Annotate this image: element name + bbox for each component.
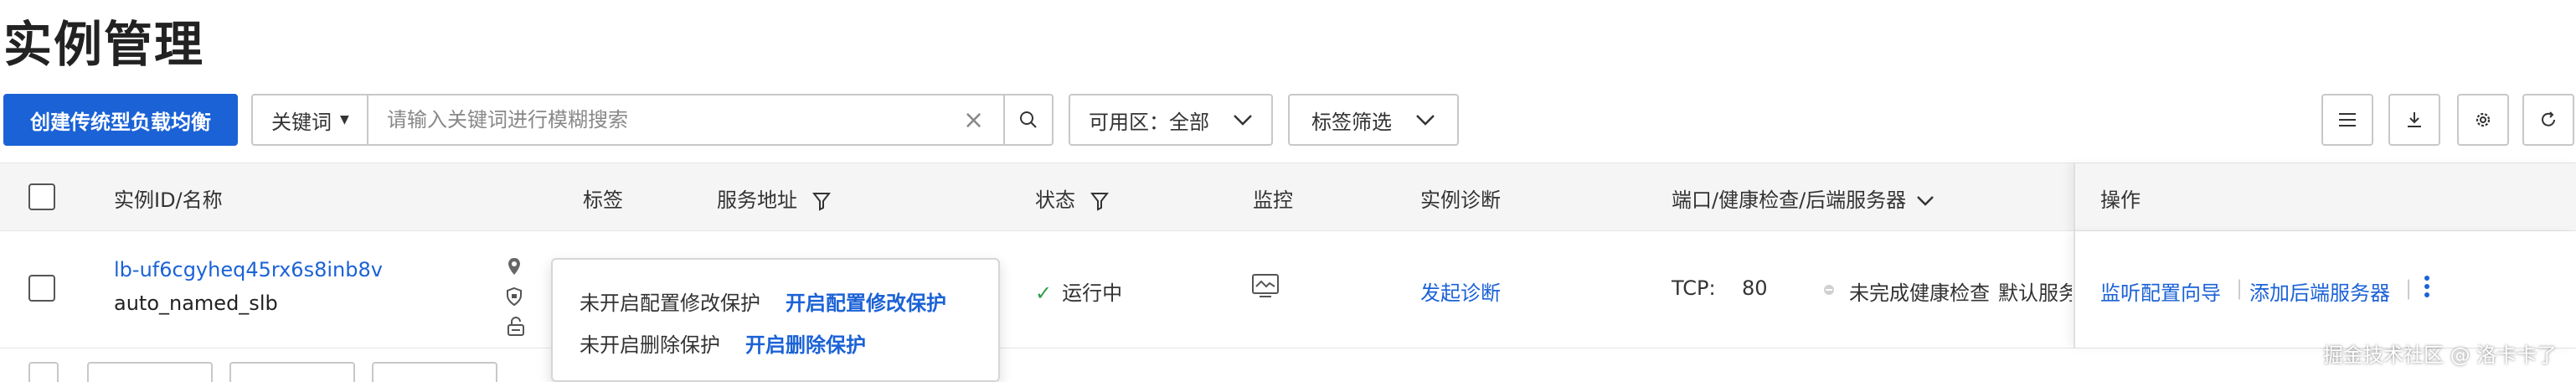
gear-icon: [2476, 112, 2491, 127]
tag-filter-label: 标签筛选: [1311, 110, 1392, 134]
caret-down-icon: ▼: [340, 113, 349, 126]
table-header: 实例ID/名称 标签 服务地址 状态 监控 实例诊断 端口/健康检查/后端服务器…: [0, 163, 2576, 231]
refresh-icon: [2542, 111, 2555, 126]
ops-divider: |: [2236, 276, 2244, 300]
enable-delete-protection-link[interactable]: 开启删除保护: [745, 333, 866, 357]
listener-wizard-link[interactable]: 监听配置向导: [2100, 276, 2221, 306]
chevron-down-icon: [1234, 115, 1252, 126]
backend-server-group: 默认服务: [1998, 281, 2072, 305]
watermark: 掘金技术社区 @ 洛卡卡了: [2323, 343, 2558, 367]
zone-label: 可用区：: [1089, 110, 1169, 134]
header-ports[interactable]: 端口/健康检查/后端服务器: [1672, 183, 1935, 213]
shield-icon[interactable]: [506, 281, 528, 312]
health-status-dot-icon: [1822, 278, 1836, 302]
health-check-status: 未完成健康检查: [1849, 281, 1990, 305]
enable-config-protection-link[interactable]: 开启配置修改保护: [786, 292, 946, 315]
check-icon: ✓: [1035, 281, 1053, 305]
delete-protection-row: 未开启删除保护 开启删除保护: [580, 328, 866, 358]
header-address-label: 服务地址: [717, 188, 797, 212]
zone-select-text: 可用区：全部: [1089, 106, 1209, 135]
header-ports-label: 端口/健康检查/后端服务器: [1672, 188, 1907, 212]
monitor-icon: [1252, 274, 1279, 297]
header-address: 服务地址: [717, 183, 831, 213]
search-button[interactable]: [1003, 96, 1052, 144]
search-group: 关键词 ▼ ×: [251, 94, 1054, 146]
settings-button[interactable]: [2457, 94, 2509, 146]
bottom-select-all-checkbox[interactable]: [28, 362, 59, 382]
download-icon: [2408, 112, 2421, 127]
batch-action-button[interactable]: [87, 362, 213, 382]
page-title: 实例管理: [3, 16, 205, 73]
config-protection-status: 未开启配置修改保护: [580, 292, 760, 315]
port-value: 80: [1742, 276, 1768, 300]
ops-column-header-bg: [2074, 163, 2576, 230]
header-status: 状态: [1035, 183, 1109, 213]
header-diagnosis: 实例诊断: [1420, 188, 1501, 212]
protocol-label: TCP:: [1672, 276, 1716, 300]
chevron-down-icon: [1416, 115, 1435, 126]
header-monitor: 监控: [1253, 188, 1293, 212]
more-options-button[interactable]: [2422, 273, 2432, 305]
header-status-label: 状态: [1035, 188, 1075, 212]
location-icon[interactable]: [506, 251, 528, 281]
zone-select[interactable]: 可用区：全部: [1069, 94, 1273, 146]
instance-name: auto_named_slb: [114, 292, 278, 315]
create-slb-button[interactable]: 创建传统型负载均衡: [3, 94, 238, 146]
header-tags: 标签: [583, 188, 623, 212]
search-icon: [1020, 111, 1037, 128]
search-input[interactable]: [387, 102, 873, 137]
header-id-name: 实例ID/名称: [114, 188, 223, 212]
add-backend-link[interactable]: 添加后端服务器: [2249, 276, 2390, 306]
download-button[interactable]: [2388, 94, 2440, 146]
list-view-button[interactable]: [2321, 94, 2373, 146]
config-protection-row: 未开启配置修改保护 开启配置修改保护: [580, 286, 946, 316]
close-icon[interactable]: ×: [963, 106, 984, 135]
filter-icon[interactable]: [1090, 191, 1109, 211]
more-vertical-icon: [2424, 276, 2429, 297]
instance-side-icons: [506, 251, 528, 342]
instance-id-link[interactable]: lb-uf6cgyheq45rx6s8inb8v: [114, 258, 383, 281]
diagnose-link[interactable]: 发起诊断: [1420, 276, 1501, 306]
search-key-label: 关键词: [271, 110, 332, 134]
list-icon: [2339, 113, 2356, 126]
row-checkbox[interactable]: [28, 275, 55, 302]
tag-filter-select[interactable]: 标签筛选: [1288, 94, 1459, 146]
protection-popover: 未开启配置修改保护 开启配置修改保护 未开启删除保护 开启删除保护: [551, 258, 1000, 382]
lock-icon[interactable]: [506, 312, 528, 342]
toolbar: 创建传统型负载均衡 关键词 ▼ × 可用区：全部 标签筛选: [0, 94, 2576, 149]
monitor-button[interactable]: [1251, 271, 1280, 305]
status-cell: ✓ 运行中: [1035, 276, 1122, 306]
chevron-down-icon: [1916, 196, 1934, 206]
ops-divider: |: [2405, 276, 2413, 300]
select-all-checkbox[interactable]: [28, 183, 55, 210]
refresh-button[interactable]: [2522, 94, 2574, 146]
header-ops: 操作: [2100, 188, 2141, 212]
filter-icon[interactable]: [811, 191, 831, 211]
zone-value: 全部: [1169, 110, 1209, 134]
table-row: lb-uf6cgyheq45rx6s8inb8v auto_named_slb …: [0, 231, 2576, 348]
status-text: 运行中: [1062, 281, 1123, 305]
search-key-select[interactable]: 关键词 ▼: [253, 96, 368, 144]
batch-action-button[interactable]: [372, 362, 497, 382]
delete-protection-status: 未开启删除保护: [580, 333, 720, 357]
batch-action-button[interactable]: [229, 362, 355, 382]
